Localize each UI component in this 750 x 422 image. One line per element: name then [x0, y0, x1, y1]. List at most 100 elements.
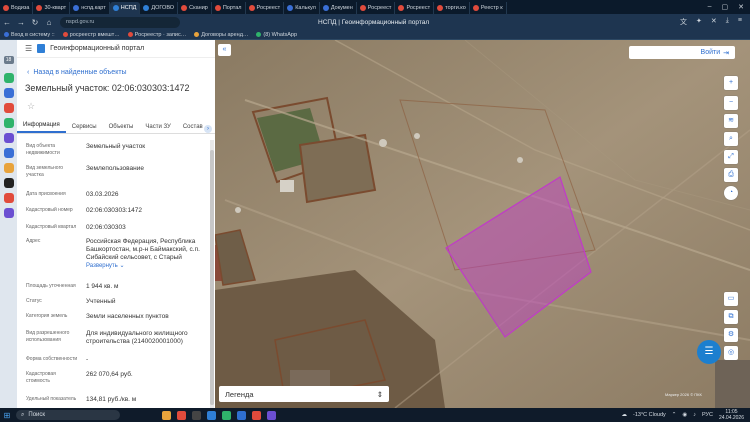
- reload-icon[interactable]: ↻: [28, 18, 42, 27]
- panel-scrollbar[interactable]: [210, 140, 214, 408]
- satellite-map[interactable]: [215, 40, 750, 408]
- vk-icon[interactable]: [3, 148, 14, 158]
- zoom-out-button[interactable]: −: [724, 96, 738, 110]
- menu-icon[interactable]: ≡: [738, 17, 742, 27]
- taskbar-search[interactable]: ⌕ Поиск: [16, 410, 120, 420]
- attribute-value-text: Земли населенных пунктов: [86, 313, 169, 320]
- browser-tab[interactable]: 30-кварт: [33, 2, 71, 14]
- browser-tab[interactable]: Портал: [212, 2, 246, 14]
- screenshot-tool-button[interactable]: ⧉: [724, 310, 738, 324]
- bookmark-label: (8) WhatsApp: [263, 31, 298, 38]
- panel-tab[interactable]: Объекты: [103, 124, 140, 133]
- yandex-icon[interactable]: [3, 103, 14, 113]
- viber-icon[interactable]: [3, 133, 14, 143]
- browser-tab[interactable]: нспд.карт: [70, 2, 110, 14]
- music-icon[interactable]: [3, 208, 14, 218]
- download-icon[interactable]: ⤓: [726, 17, 729, 27]
- tabs-scroll-right-icon[interactable]: ›: [204, 125, 212, 133]
- tab-label: Реестр к: [480, 5, 503, 11]
- panel-tabs: Информация Сервисы Объекты Части ЗУ Состав: [17, 120, 215, 134]
- panel-tab[interactable]: Информация: [17, 122, 66, 133]
- translate-icon[interactable]: 文: [680, 17, 687, 27]
- excel-icon[interactable]: [222, 410, 231, 420]
- map-view[interactable]: « Войти ⇥ + − ≋ ⌕ ⤢ ⎙ ◔ ▭ ⧉ ⚙ ◎ ☰ Легенд…: [215, 40, 750, 408]
- tab-favicon-icon: [248, 5, 255, 11]
- browser-tab[interactable]: Росреест: [357, 2, 396, 14]
- legend-dropdown[interactable]: Легенда ⇕: [219, 386, 389, 402]
- object-info-panel: ☰ Геоинформационный портал ‹ Назад в най…: [17, 40, 215, 408]
- browser-tab[interactable]: ДОГОВО: [140, 2, 179, 14]
- url-input[interactable]: nspd.gov.ru: [60, 16, 180, 28]
- viber-icon[interactable]: [267, 410, 276, 420]
- minimize-icon[interactable]: –: [708, 3, 712, 11]
- yandex-browser-icon[interactable]: [177, 410, 186, 420]
- locate-button[interactable]: ◎: [724, 346, 738, 360]
- bookmark-item[interactable]: Вход в систему ::: [4, 32, 55, 38]
- chrome-icon[interactable]: [252, 410, 261, 420]
- tab-label: Росреест: [256, 5, 281, 11]
- explorer-icon[interactable]: [162, 410, 171, 420]
- attribute-label: Адрес: [26, 238, 41, 244]
- settings-tool-button[interactable]: ⚙: [724, 328, 738, 342]
- word-icon[interactable]: [207, 410, 216, 420]
- back-icon[interactable]: ←: [0, 18, 14, 27]
- home-icon[interactable]: ⌂: [42, 18, 56, 27]
- bookmark-tool-button[interactable]: ▭: [724, 292, 738, 306]
- tab-favicon-icon: [437, 5, 444, 11]
- extensions-icon[interactable]: ✦: [696, 17, 702, 27]
- browser-tab[interactable]: Сканир: [178, 2, 212, 14]
- taskbar-apps: [162, 410, 276, 420]
- feedback-button[interactable]: ◔: [724, 186, 738, 200]
- attribute-label: Кадастровый номер: [26, 207, 73, 213]
- edge-icon[interactable]: [237, 410, 246, 420]
- bookmark-item[interactable]: росреестр вмешт…: [62, 32, 120, 38]
- telegram-icon[interactable]: [3, 88, 14, 98]
- forward-icon[interactable]: →: [14, 18, 28, 27]
- chat-button[interactable]: ☰: [697, 340, 721, 364]
- browser-tab[interactable]: НСПД: [109, 2, 141, 14]
- close-icon[interactable]: ✕: [738, 3, 744, 11]
- bookmark-item[interactable]: Росреестр · запис…: [127, 32, 186, 38]
- whatsapp-icon[interactable]: [3, 118, 14, 128]
- system-tray: ☁ -13°C Cloudy ⌃ ◉ ♪ РУС 11:05 24.04.202…: [622, 409, 750, 421]
- print-button[interactable]: ⎙: [724, 168, 738, 182]
- network-icon[interactable]: ◉: [682, 412, 687, 418]
- back-to-results-link[interactable]: ‹ Назад в найденные объекты: [27, 69, 215, 76]
- start-icon[interactable]: ⊞: [0, 411, 14, 420]
- bookmark-label: Договоры аренд…: [201, 31, 249, 38]
- browser-tab[interactable]: Калькул: [284, 2, 320, 14]
- ok-icon[interactable]: [3, 163, 14, 173]
- bookmark-item[interactable]: (8) WhatsApp: [256, 32, 297, 38]
- search-tool-button[interactable]: ⌕: [724, 132, 738, 146]
- back-label: Назад в найденные объекты: [33, 69, 127, 76]
- hamburger-icon[interactable]: ☰: [25, 44, 32, 53]
- browser-tab[interactable]: Водиза: [0, 2, 34, 14]
- app-icon[interactable]: [192, 410, 201, 420]
- expand-address-link[interactable]: Развернуть: [86, 263, 118, 269]
- zoom-in-button[interactable]: +: [724, 76, 738, 90]
- maximize-icon[interactable]: ▢: [722, 3, 729, 11]
- messenger-icon[interactable]: [3, 73, 14, 83]
- login-button[interactable]: Войти ⇥: [629, 46, 735, 59]
- tools-icon[interactable]: ✕: [711, 17, 717, 27]
- attribute-value-text: Учтенный: [86, 298, 116, 305]
- mail-icon[interactable]: [3, 193, 14, 203]
- layers-button[interactable]: ≋: [724, 114, 738, 128]
- collapse-panel-button[interactable]: «: [218, 44, 231, 56]
- panel-tab[interactable]: Части ЗУ: [139, 124, 176, 133]
- app-icon[interactable]: [3, 178, 14, 188]
- browser-tab[interactable]: Росреест: [395, 2, 435, 14]
- browser-tab[interactable]: торги.ко: [434, 2, 470, 14]
- favorite-star-icon[interactable]: ☆: [27, 101, 215, 112]
- panel-tab[interactable]: Сервисы: [66, 124, 103, 133]
- measure-tool-button[interactable]: ⤢: [724, 150, 738, 164]
- volume-icon[interactable]: ♪: [693, 412, 696, 418]
- bookmark-label: Вход в систему ::: [11, 31, 55, 38]
- language-indicator[interactable]: РУС: [702, 412, 713, 418]
- tray-arrow-icon[interactable]: ⌃: [672, 412, 677, 418]
- bookmark-item[interactable]: Договоры аренд…: [194, 32, 248, 38]
- browser-tab[interactable]: Реестр к: [470, 2, 507, 14]
- clock[interactable]: 11:05 24.04.2026: [719, 409, 744, 421]
- browser-tab[interactable]: Докумен: [320, 2, 357, 14]
- browser-tab[interactable]: Росреест: [246, 2, 285, 14]
